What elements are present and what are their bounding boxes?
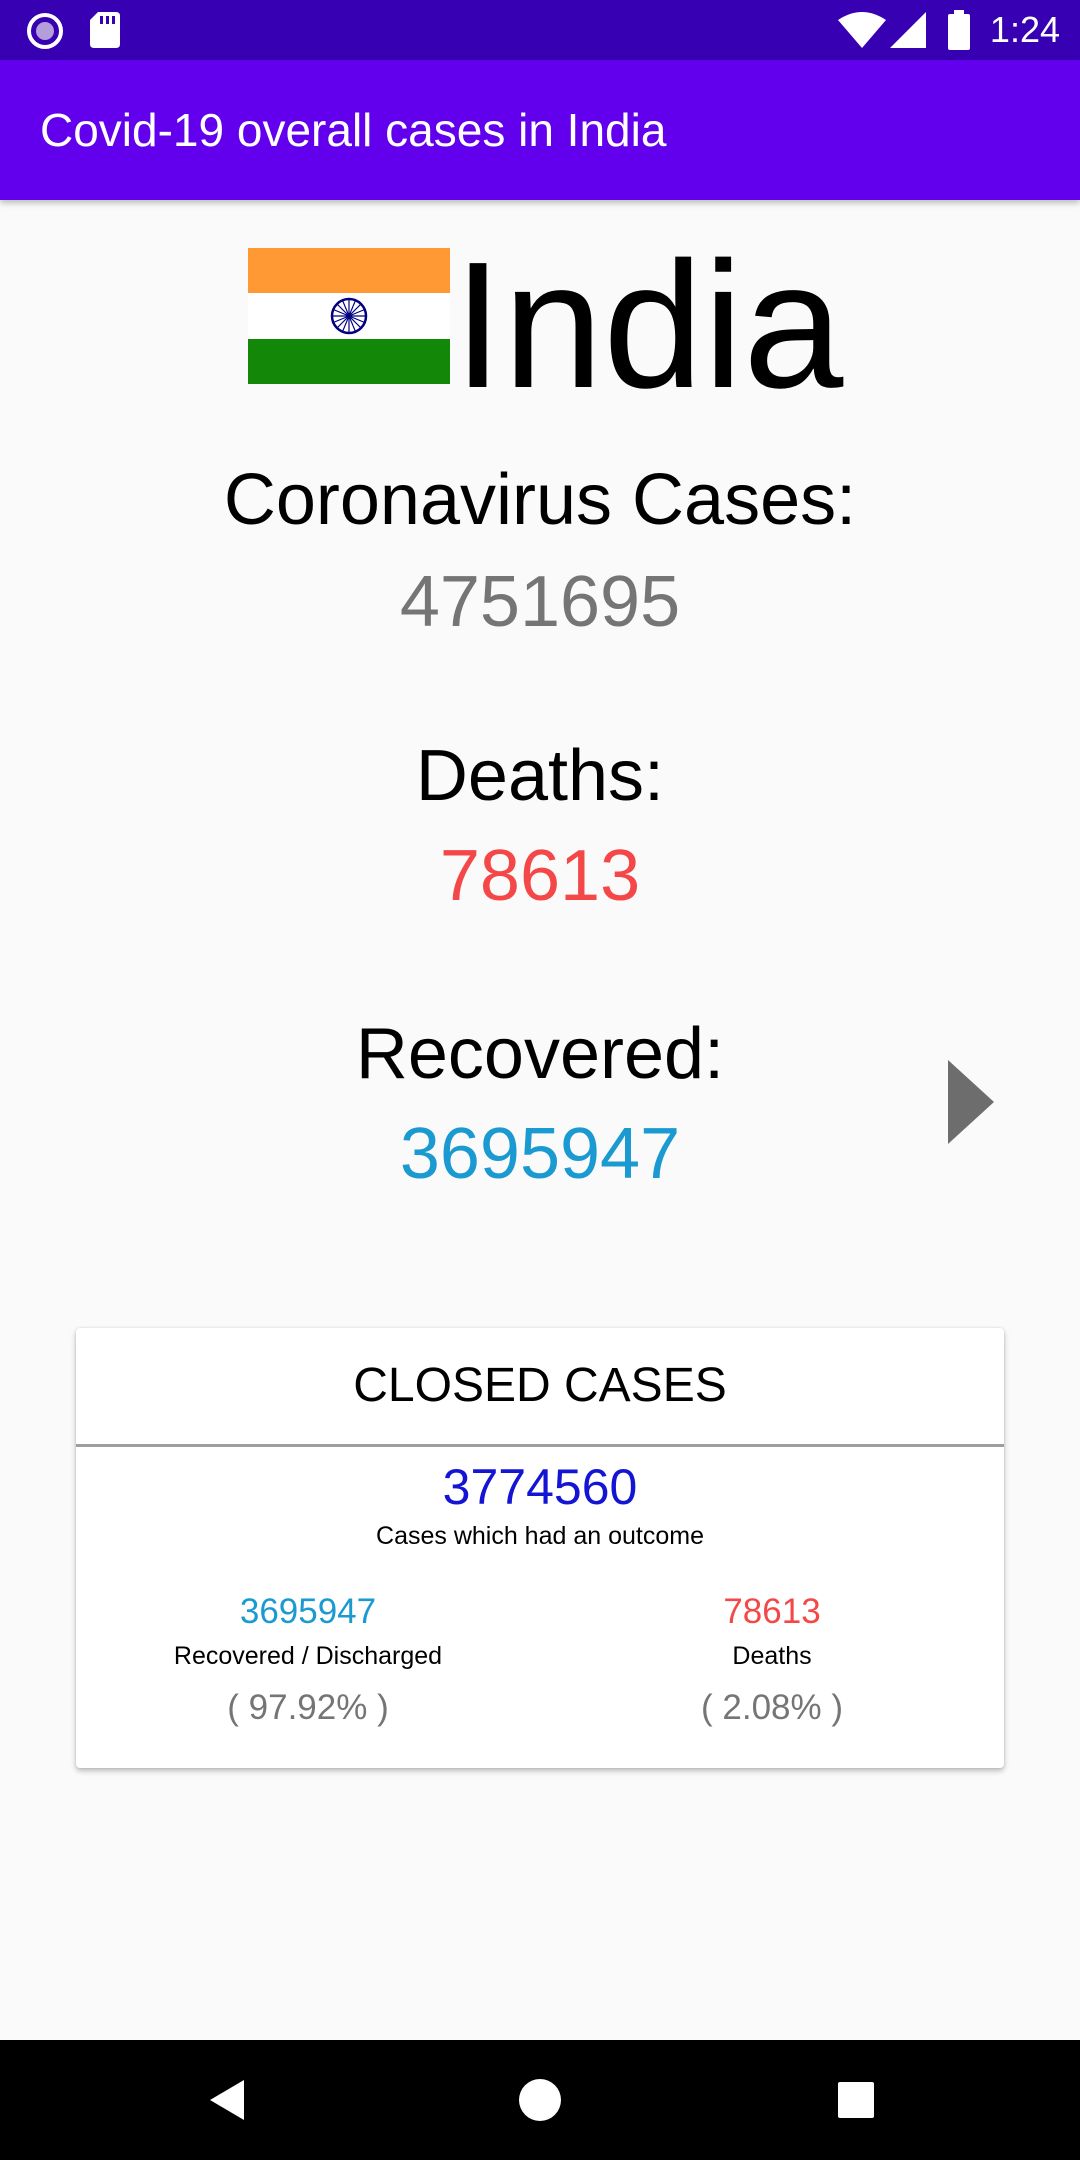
sd-card-icon	[90, 12, 120, 48]
closed-deaths-percent: ( 2.08% )	[701, 1688, 843, 1727]
back-icon[interactable]	[166, 2040, 286, 2160]
closed-deaths-value: 78613	[723, 1592, 821, 1631]
closed-cases-card: CLOSED CASES 3774560 Cases which had an …	[76, 1328, 1004, 1768]
app-bar-title: Covid-19 overall cases in India	[40, 104, 667, 156]
closed-recovered-percent: ( 97.92% )	[227, 1688, 389, 1727]
home-icon[interactable]	[480, 2040, 600, 2160]
navigation-bar	[0, 2040, 1080, 2160]
closed-recovered-caption: Recovered / Discharged	[173, 1642, 443, 1670]
country-name: India	[453, 225, 844, 426]
closed-cases-caption: Cases which had an outcome	[376, 1522, 704, 1550]
deaths-column: 78613 Deaths ( 2.08% )	[540, 1590, 1004, 1730]
closed-cases-title: CLOSED CASES	[353, 1359, 727, 1412]
closed-recovered-value: 3695947	[239, 1592, 377, 1631]
status-bar-time: 1:24	[989, 9, 1060, 50]
closed-cases-header: CLOSED CASES	[76, 1328, 1004, 1447]
closed-cases-total: 3774560	[442, 1459, 638, 1515]
cell-signal-icon	[890, 12, 926, 48]
recovered-label: Recovered:	[355, 1014, 725, 1094]
next-arrow-icon[interactable]	[948, 1060, 994, 1144]
notification-circle-icon	[27, 13, 63, 49]
battery-icon	[948, 10, 970, 50]
closed-deaths-caption: Deaths	[732, 1642, 812, 1670]
wifi-icon	[838, 12, 886, 48]
deaths-label: Deaths:	[415, 736, 665, 816]
recovered-value: 3695947	[399, 1114, 681, 1194]
status-bar: 1:24	[0, 0, 1080, 60]
app-bar: Covid-19 overall cases in India	[0, 60, 1080, 200]
cases-value: 4751695	[399, 562, 681, 642]
recents-icon[interactable]	[796, 2040, 916, 2160]
india-flag-icon	[248, 248, 450, 384]
cases-label: Coronavirus Cases:	[223, 460, 857, 540]
recovered-column: 3695947 Recovered / Discharged ( 97.92% …	[76, 1590, 540, 1730]
deaths-value: 78613	[439, 836, 641, 916]
